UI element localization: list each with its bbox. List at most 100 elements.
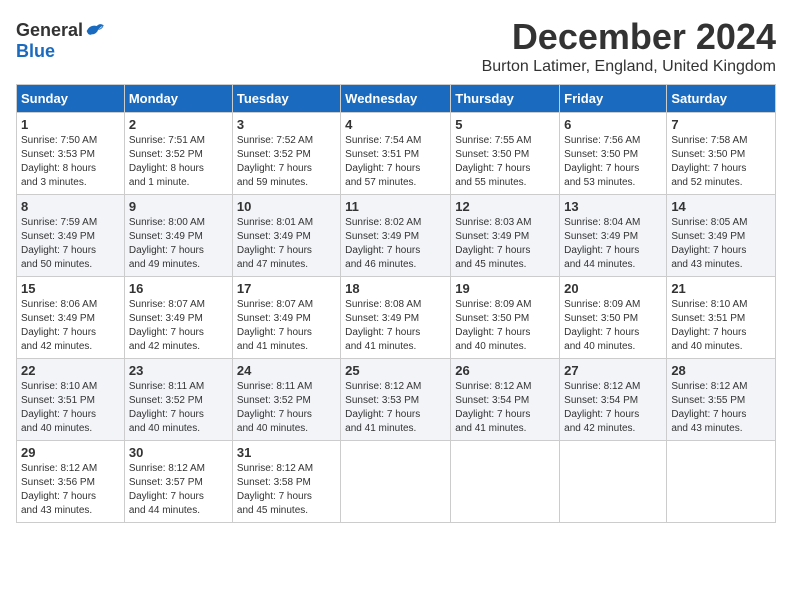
calendar-cell: 2 Sunrise: 7:51 AM Sunset: 3:52 PM Daylig… <box>124 113 232 195</box>
calendar-cell: 27 Sunrise: 8:12 AM Sunset: 3:54 PM Dayli… <box>560 359 667 441</box>
calendar-week-row: 8 Sunrise: 7:59 AM Sunset: 3:49 PM Daylig… <box>17 195 776 277</box>
calendar-cell: 31 Sunrise: 8:12 AM Sunset: 3:58 PM Dayli… <box>232 441 340 523</box>
calendar-week-row: 15 Sunrise: 8:06 AM Sunset: 3:49 PM Dayli… <box>17 277 776 359</box>
header-friday: Friday <box>560 85 667 113</box>
calendar-cell: 21Sunrise: 8:10 AM Sunset: 3:51 PM Dayli… <box>667 277 776 359</box>
calendar-cell: 3 Sunrise: 7:52 AM Sunset: 3:52 PM Daylig… <box>232 113 340 195</box>
day-info: Sunrise: 8:05 AM Sunset: 3:49 PM Dayligh… <box>671 216 771 272</box>
calendar-cell: 13 Sunrise: 8:04 AM Sunset: 3:49 PM Dayli… <box>560 195 667 277</box>
calendar-cell: 28Sunrise: 8:12 AM Sunset: 3:55 PM Dayli… <box>667 359 776 441</box>
day-number: 25 <box>345 363 446 378</box>
day-info: Sunrise: 7:58 AM Sunset: 3:50 PM Dayligh… <box>671 134 771 190</box>
calendar-cell: 16 Sunrise: 8:07 AM Sunset: 3:49 PM Dayli… <box>124 277 232 359</box>
calendar-cell: 25 Sunrise: 8:12 AM Sunset: 3:53 PM Dayli… <box>341 359 451 441</box>
day-number: 14 <box>671 199 771 214</box>
calendar-cell: 24 Sunrise: 8:11 AM Sunset: 3:52 PM Dayli… <box>232 359 340 441</box>
day-info: Sunrise: 8:12 AM Sunset: 3:58 PM Dayligh… <box>237 462 336 518</box>
day-number: 24 <box>237 363 336 378</box>
day-info: Sunrise: 8:11 AM Sunset: 3:52 PM Dayligh… <box>237 380 336 436</box>
day-number: 11 <box>345 199 446 214</box>
calendar-cell <box>560 441 667 523</box>
calendar-cell: 7 Sunrise: 7:58 AM Sunset: 3:50 PM Daylig… <box>667 113 776 195</box>
calendar-header-row: SundayMondayTuesdayWednesdayThursdayFrid… <box>17 85 776 113</box>
day-number: 18 <box>345 281 446 296</box>
header-wednesday: Wednesday <box>341 85 451 113</box>
day-number: 20 <box>564 281 662 296</box>
day-info: Sunrise: 8:10 AM Sunset: 3:51 PM Dayligh… <box>21 380 120 436</box>
calendar-week-row: 22Sunrise: 8:10 AM Sunset: 3:51 PM Dayli… <box>17 359 776 441</box>
day-number: 16 <box>129 281 228 296</box>
day-info: Sunrise: 8:03 AM Sunset: 3:49 PM Dayligh… <box>455 216 555 272</box>
day-number: 13 <box>564 199 662 214</box>
day-info: Sunrise: 8:10 AM Sunset: 3:51 PM Dayligh… <box>671 298 771 354</box>
title-section: December 2024 Burton Latimer, England, U… <box>482 16 776 76</box>
day-number: 2 <box>129 117 228 132</box>
calendar-week-row: 1Sunrise: 7:50 AM Sunset: 3:53 PM Daylig… <box>17 113 776 195</box>
day-info: Sunrise: 7:56 AM Sunset: 3:50 PM Dayligh… <box>564 134 662 190</box>
day-info: Sunrise: 8:12 AM Sunset: 3:54 PM Dayligh… <box>455 380 555 436</box>
day-number: 3 <box>237 117 336 132</box>
day-info: Sunrise: 8:01 AM Sunset: 3:49 PM Dayligh… <box>237 216 336 272</box>
header-thursday: Thursday <box>451 85 560 113</box>
calendar-cell <box>341 441 451 523</box>
day-number: 5 <box>455 117 555 132</box>
day-number: 29 <box>21 445 120 460</box>
day-info: Sunrise: 7:55 AM Sunset: 3:50 PM Dayligh… <box>455 134 555 190</box>
calendar-cell: 30 Sunrise: 8:12 AM Sunset: 3:57 PM Dayli… <box>124 441 232 523</box>
calendar-cell: 19Sunrise: 8:09 AM Sunset: 3:50 PM Dayli… <box>451 277 560 359</box>
day-number: 30 <box>129 445 228 460</box>
calendar-cell: 12Sunrise: 8:03 AM Sunset: 3:49 PM Dayli… <box>451 195 560 277</box>
calendar-subtitle: Burton Latimer, England, United Kingdom <box>482 58 776 76</box>
day-info: Sunrise: 8:00 AM Sunset: 3:49 PM Dayligh… <box>129 216 228 272</box>
logo-bird-icon <box>85 22 105 40</box>
day-number: 15 <box>21 281 120 296</box>
day-info: Sunrise: 8:12 AM Sunset: 3:55 PM Dayligh… <box>671 380 771 436</box>
calendar-cell: 14 Sunrise: 8:05 AM Sunset: 3:49 PM Dayli… <box>667 195 776 277</box>
day-info: Sunrise: 8:12 AM Sunset: 3:57 PM Dayligh… <box>129 462 228 518</box>
day-info: Sunrise: 8:04 AM Sunset: 3:49 PM Dayligh… <box>564 216 662 272</box>
day-number: 7 <box>671 117 771 132</box>
calendar-cell: 18 Sunrise: 8:08 AM Sunset: 3:49 PM Dayli… <box>341 277 451 359</box>
calendar-cell: 26Sunrise: 8:12 AM Sunset: 3:54 PM Dayli… <box>451 359 560 441</box>
calendar-cell: 6 Sunrise: 7:56 AM Sunset: 3:50 PM Daylig… <box>560 113 667 195</box>
day-info: Sunrise: 8:07 AM Sunset: 3:49 PM Dayligh… <box>237 298 336 354</box>
calendar-week-row: 29Sunrise: 8:12 AM Sunset: 3:56 PM Dayli… <box>17 441 776 523</box>
header-sunday: Sunday <box>17 85 125 113</box>
day-info: Sunrise: 8:08 AM Sunset: 3:49 PM Dayligh… <box>345 298 446 354</box>
day-number: 17 <box>237 281 336 296</box>
header-saturday: Saturday <box>667 85 776 113</box>
day-number: 31 <box>237 445 336 460</box>
day-info: Sunrise: 7:51 AM Sunset: 3:52 PM Dayligh… <box>129 134 228 190</box>
day-info: Sunrise: 7:54 AM Sunset: 3:51 PM Dayligh… <box>345 134 446 190</box>
day-info: Sunrise: 8:09 AM Sunset: 3:50 PM Dayligh… <box>455 298 555 354</box>
header-tuesday: Tuesday <box>232 85 340 113</box>
calendar-cell: 15 Sunrise: 8:06 AM Sunset: 3:49 PM Dayli… <box>17 277 125 359</box>
day-info: Sunrise: 8:12 AM Sunset: 3:53 PM Dayligh… <box>345 380 446 436</box>
calendar-cell: 17 Sunrise: 8:07 AM Sunset: 3:49 PM Dayli… <box>232 277 340 359</box>
day-info: Sunrise: 8:06 AM Sunset: 3:49 PM Dayligh… <box>21 298 120 354</box>
day-number: 9 <box>129 199 228 214</box>
day-info: Sunrise: 8:11 AM Sunset: 3:52 PM Dayligh… <box>129 380 228 436</box>
calendar-cell: 29Sunrise: 8:12 AM Sunset: 3:56 PM Dayli… <box>17 441 125 523</box>
calendar-cell: 20 Sunrise: 8:09 AM Sunset: 3:50 PM Dayli… <box>560 277 667 359</box>
logo: General Blue <box>16 16 105 62</box>
day-info: Sunrise: 7:52 AM Sunset: 3:52 PM Dayligh… <box>237 134 336 190</box>
day-info: Sunrise: 7:59 AM Sunset: 3:49 PM Dayligh… <box>21 216 120 272</box>
calendar-cell: 10Sunrise: 8:01 AM Sunset: 3:49 PM Dayli… <box>232 195 340 277</box>
calendar-cell <box>451 441 560 523</box>
day-number: 27 <box>564 363 662 378</box>
day-info: Sunrise: 8:09 AM Sunset: 3:50 PM Dayligh… <box>564 298 662 354</box>
page-header: General Blue December 2024 Burton Latime… <box>16 16 776 76</box>
logo-blue-text: Blue <box>16 41 55 62</box>
logo-general-text: General <box>16 20 83 41</box>
day-number: 8 <box>21 199 120 214</box>
calendar-cell <box>667 441 776 523</box>
calendar-cell: 23Sunrise: 8:11 AM Sunset: 3:52 PM Dayli… <box>124 359 232 441</box>
day-number: 6 <box>564 117 662 132</box>
day-number: 4 <box>345 117 446 132</box>
day-info: Sunrise: 8:12 AM Sunset: 3:54 PM Dayligh… <box>564 380 662 436</box>
calendar-cell: 4 Sunrise: 7:54 AM Sunset: 3:51 PM Daylig… <box>341 113 451 195</box>
calendar-title: December 2024 <box>482 16 776 58</box>
calendar-cell: 9 Sunrise: 8:00 AM Sunset: 3:49 PM Daylig… <box>124 195 232 277</box>
day-info: Sunrise: 8:07 AM Sunset: 3:49 PM Dayligh… <box>129 298 228 354</box>
